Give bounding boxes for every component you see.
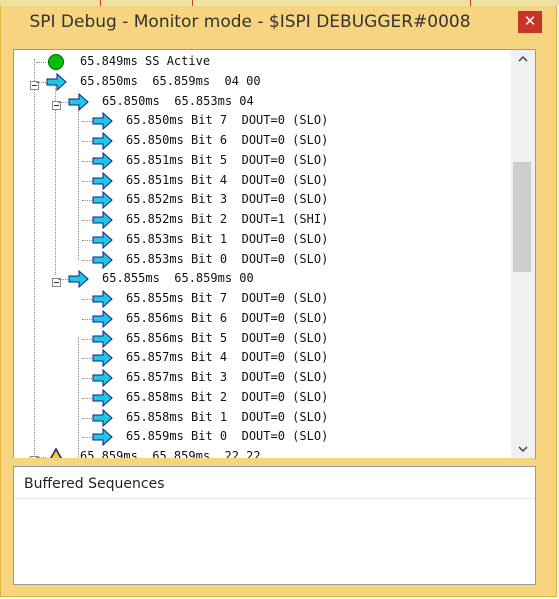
tree-row[interactable]: 65.853ms Bit 1 DOUT=0 (SLO): [14, 230, 511, 250]
tree-guide-line: [82, 239, 92, 241]
warning-icon: [50, 447, 62, 458]
tree-row[interactable]: 65.859ms Bit 0 DOUT=0 (SLO): [14, 427, 511, 447]
arrow-icon: [92, 368, 113, 388]
tree-row[interactable]: 65.859ms 65.859ms 22 22: [14, 447, 511, 458]
arrow-icon: [92, 309, 113, 328]
tree-guide-line: [82, 318, 92, 320]
window-title: SPI Debug - Monitor mode - $ISPI DEBUGGE…: [29, 12, 471, 32]
arrow-icon: [92, 112, 113, 131]
buffered-sequences-header: Buffered Sequences: [14, 467, 535, 499]
tree-row-label: 65.852ms Bit 3 DOUT=0 (SLO): [126, 192, 329, 207]
tree-guide-line: [82, 338, 92, 340]
tree-guide-line: [82, 358, 92, 360]
arrow-icon: [92, 151, 113, 170]
tree-row[interactable]: 65.856ms Bit 5 DOUT=0 (SLO): [14, 329, 511, 349]
arrow-icon: [92, 191, 113, 210]
tree-row[interactable]: 65.855ms 65.859ms 00: [14, 269, 511, 289]
tree-row-label: 65.858ms Bit 2 DOUT=0 (SLO): [126, 389, 329, 404]
buffered-sequences-title: Buffered Sequences: [24, 476, 165, 492]
tree-row-label: 65.855ms 65.859ms 00: [102, 271, 254, 286]
chevron-up-icon: [518, 55, 528, 62]
tree-row[interactable]: 65.850ms Bit 7 DOUT=0 (SLO): [14, 111, 511, 131]
tree-guide-line: [36, 81, 46, 83]
tree-row-label: 65.850ms Bit 7 DOUT=0 (SLO): [126, 113, 329, 128]
arrow-icon: [92, 408, 113, 427]
arrow-icon: [92, 131, 113, 151]
green-circle-icon: [48, 54, 64, 70]
tree-guide-line: [58, 101, 68, 103]
arrow-icon: [92, 171, 113, 190]
tree-guide-line: [82, 200, 92, 202]
sequence-tree[interactable]: 65.849ms SS Active 65.850ms 65.859ms 04 0…: [14, 50, 511, 458]
tree-row-label: 65.850ms Bit 6 DOUT=0 (SLO): [126, 133, 329, 147]
arrow-icon: [92, 250, 113, 269]
arrow-icon: [92, 329, 113, 348]
arrow-icon: [92, 289, 113, 309]
sequence-tree-pane[interactable]: 65.849ms SS Active 65.850ms 65.859ms 04 0…: [13, 49, 536, 459]
tree-row[interactable]: 65.853ms Bit 0 DOUT=0 (SLO): [14, 250, 511, 270]
warning-icon-wrap: [46, 447, 68, 458]
tree-guide-line: [82, 160, 92, 162]
tree-row[interactable]: 65.852ms Bit 3 DOUT=0 (SLO): [14, 190, 511, 210]
tree-row-label: 65.859ms Bit 0 DOUT=0 (SLO): [126, 429, 329, 444]
tree-guide-line: [36, 62, 46, 63]
tree-row[interactable]: 65.852ms Bit 2 DOUT=1 (SHI): [14, 210, 511, 230]
tree-row[interactable]: 65.858ms Bit 2 DOUT=0 (SLO): [14, 388, 511, 408]
arrow-icon: [92, 230, 113, 249]
arrow-icon: [68, 270, 89, 289]
tree-row[interactable]: 65.849ms SS Active: [14, 52, 511, 72]
chevron-down-icon: [518, 446, 528, 453]
scroll-down-button[interactable]: [511, 440, 535, 458]
scroll-thumb[interactable]: [513, 162, 531, 272]
tree-row-label: 65.857ms Bit 4 DOUT=0 (SLO): [126, 350, 329, 365]
tree-row-label: 65.856ms Bit 5 DOUT=0 (SLO): [126, 330, 329, 345]
tree-guide-line: [82, 259, 92, 261]
tree-row-label: 65.850ms 65.853ms 04: [102, 93, 254, 108]
tree-guide-line: [82, 121, 92, 123]
tree-row[interactable]: 65.850ms Bit 6 DOUT=0 (SLO): [14, 131, 511, 151]
tree-row[interactable]: 65.850ms 65.853ms 04: [14, 92, 511, 112]
close-button[interactable]: ✕: [518, 11, 542, 33]
tree-guide-line: [82, 397, 92, 399]
arrow-icon: [92, 428, 113, 447]
tree-row[interactable]: 65.856ms Bit 6 DOUT=0 (SLO): [14, 309, 511, 329]
arrow-icon: [92, 388, 113, 407]
tree-guide-line: [82, 378, 92, 379]
tree-row-label: 65.849ms SS Active: [80, 54, 211, 68]
arrow-icon: [46, 72, 67, 91]
arrow-icon: [68, 92, 89, 111]
tree-row-label: 65.853ms Bit 0 DOUT=0 (SLO): [126, 251, 329, 266]
tree-row-label: 65.859ms 65.859ms 22 22: [80, 449, 261, 458]
tree-row[interactable]: 65.858ms Bit 1 DOUT=0 (SLO): [14, 408, 511, 428]
tree-row[interactable]: 65.855ms Bit 7 DOUT=0 (SLO): [14, 289, 511, 309]
arrow-icon: [92, 210, 113, 230]
tree-guide-line: [82, 180, 92, 182]
buffered-sequences-pane[interactable]: Buffered Sequences: [13, 466, 536, 585]
tree-row-label: 65.857ms Bit 3 DOUT=0 (SLO): [126, 370, 329, 384]
tree-row-label: 65.853ms Bit 1 DOUT=0 (SLO): [126, 231, 329, 246]
scroll-up-button[interactable]: [511, 50, 535, 68]
tree-row[interactable]: 65.850ms 65.859ms 04 00: [14, 72, 511, 92]
tree-row-label: 65.851ms Bit 5 DOUT=0 (SLO): [126, 152, 329, 167]
tree-row[interactable]: 65.857ms Bit 3 DOUT=0 (SLO): [14, 368, 511, 388]
pane-splitter[interactable]: [13, 458, 534, 464]
tree-guide-line: [82, 299, 92, 300]
tree-row[interactable]: 65.851ms Bit 4 DOUT=0 (SLO): [14, 171, 511, 191]
tree-row-label: 65.851ms Bit 4 DOUT=0 (SLO): [126, 172, 329, 187]
tree-guide-line: [82, 417, 92, 419]
tree-row-label: 65.852ms Bit 2 DOUT=1 (SHI): [126, 212, 329, 226]
tree-row[interactable]: 65.851ms Bit 5 DOUT=0 (SLO): [14, 151, 511, 171]
title-bar[interactable]: SPI Debug - Monitor mode - $ISPI DEBUGGE…: [0, 0, 559, 42]
tree-row-label: 65.858ms Bit 1 DOUT=0 (SLO): [126, 409, 329, 424]
arrow-icon: [92, 349, 113, 368]
tree-vertical-scrollbar[interactable]: [511, 50, 535, 458]
tree-row-label: 65.850ms 65.859ms 04 00: [80, 73, 261, 88]
tree-row[interactable]: 65.857ms Bit 4 DOUT=0 (SLO): [14, 348, 511, 368]
tree-row-label: 65.855ms Bit 7 DOUT=0 (SLO): [126, 291, 329, 305]
tree-guide-line: [82, 141, 92, 142]
tree-guide-line: [82, 220, 92, 221]
tree-row-label: 65.856ms Bit 6 DOUT=0 (SLO): [126, 310, 329, 325]
tree-guide-line: [82, 437, 92, 439]
tree-guide-line: [58, 279, 68, 281]
